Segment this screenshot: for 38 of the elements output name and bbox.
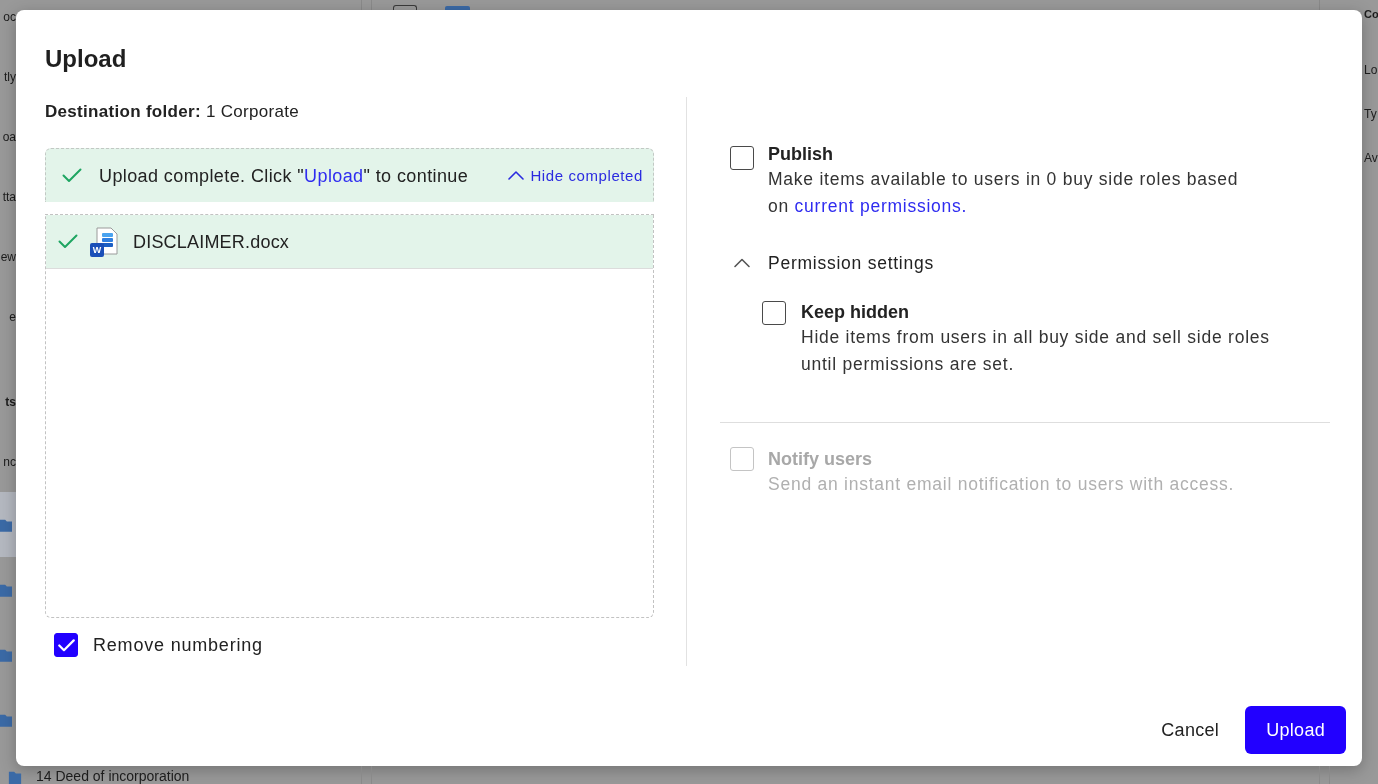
- check-icon: [62, 168, 82, 183]
- checkmark-icon: [57, 638, 75, 652]
- notify-users-description: Send an instant email notification to users with access.: [768, 473, 1235, 496]
- dialog-title: Upload: [45, 44, 127, 74]
- cut-off-label: Co: [1364, 8, 1378, 20]
- publish-label: Publish: [768, 143, 833, 166]
- publish-checkbox[interactable]: [730, 146, 754, 170]
- folder-icon: [445, 6, 470, 10]
- cut-off-label: ts: [5, 396, 16, 408]
- keep-hidden-label: Keep hidden: [801, 301, 909, 324]
- cut-off-label: tly: [4, 71, 16, 83]
- remove-numbering-label: Remove numbering: [93, 634, 263, 657]
- cut-off-label: oa: [2, 131, 16, 143]
- destination-folder: Destination folder: 1 Corporate: [45, 101, 299, 123]
- cut-off-label: Ty: [1364, 108, 1377, 120]
- cut-off-label: tta: [2, 191, 16, 203]
- notify-users-label: Notify users: [768, 448, 873, 471]
- file-name: DISCLAIMER.docx: [133, 230, 290, 254]
- keep-hidden-description: Hide items from users in all buy side and sell side roles until permissions are set.: [801, 326, 1271, 376]
- upload-button[interactable]: Upload: [1245, 706, 1346, 754]
- cut-off-label: nc: [3, 456, 16, 468]
- status-message: Upload complete. Click "Upload" to continue: [99, 164, 469, 188]
- hide-completed-button[interactable]: Hide completed: [508, 165, 643, 186]
- folder-name: 14 Deed of incorporation: [36, 768, 190, 784]
- cut-off-label: Lo: [1364, 64, 1378, 76]
- permission-settings-toggle[interactable]: Permission settings: [730, 251, 934, 275]
- file-row[interactable]: W DISCLAIMER.docx: [46, 215, 653, 269]
- permissions-link[interactable]: current permissions.: [794, 196, 968, 216]
- list-row[interactable]: [0, 492, 16, 557]
- remove-numbering-checkbox[interactable]: [54, 633, 78, 657]
- cut-off-label: ew: [0, 251, 16, 263]
- keep-hidden-checkbox[interactable]: [762, 301, 786, 325]
- chevron-up-icon: [508, 171, 525, 180]
- upload-link[interactable]: Upload: [304, 165, 364, 186]
- publish-description: Make items available to users in 0 buy side roles based on current permissions.: [768, 168, 1240, 218]
- cut-off-label: oc: [3, 11, 16, 23]
- cut-off-label: Av: [1364, 152, 1378, 164]
- cut-off-label: e: [9, 311, 16, 323]
